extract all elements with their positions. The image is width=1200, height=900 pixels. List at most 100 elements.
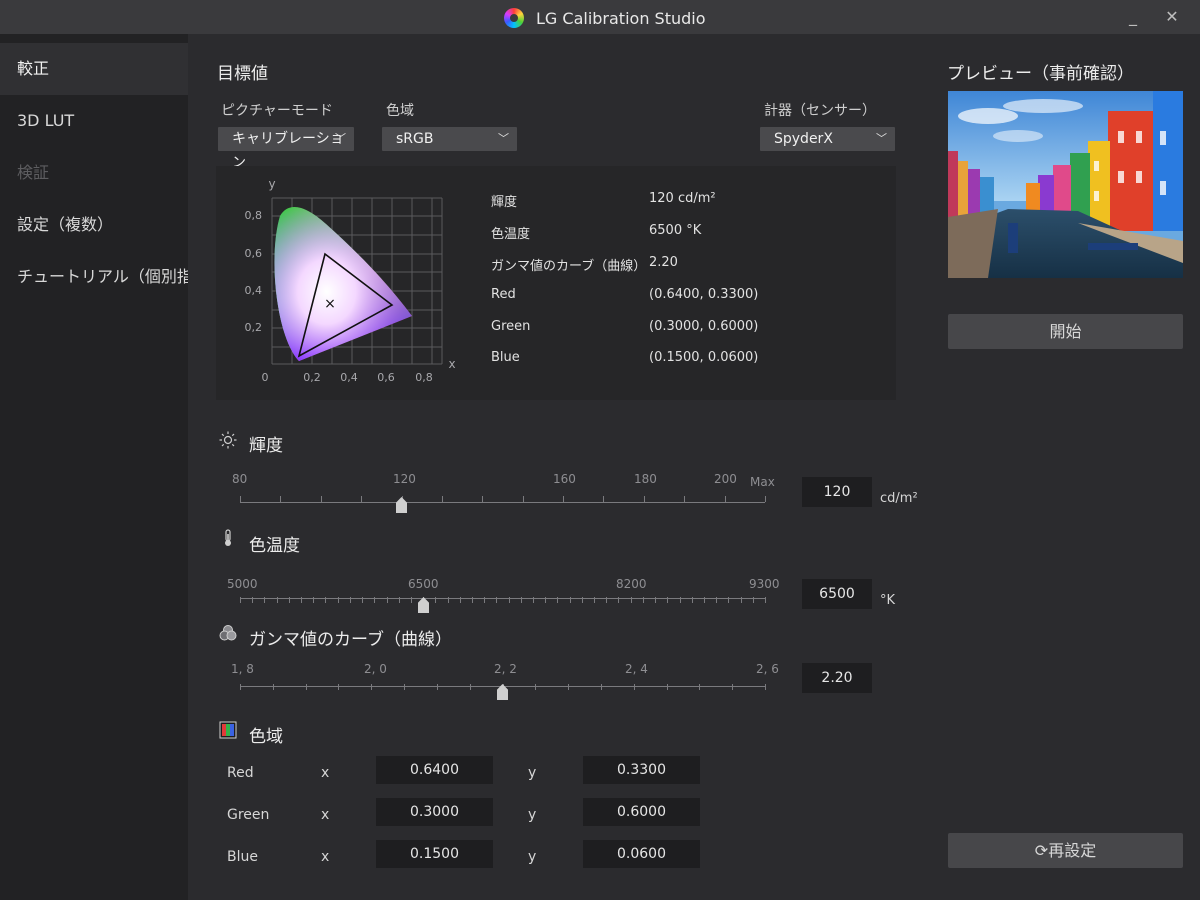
slider-tick: [643, 597, 644, 603]
brightness-slider-track[interactable]: [240, 502, 765, 503]
sidebar-item-calibration[interactable]: 較正: [0, 43, 188, 95]
gamma-tick-label: 2, 0: [364, 662, 387, 676]
brightness-slider-thumb[interactable]: [396, 497, 407, 513]
color-temperature-unit: °K: [880, 593, 896, 608]
slider-tick: [667, 597, 668, 603]
chart-y-tick: 0,6: [245, 247, 263, 260]
sun-icon: [219, 431, 237, 449]
slider-tick: [240, 496, 241, 502]
green-x-input[interactable]: 0.3000: [376, 798, 493, 826]
slider-tick: [472, 597, 473, 603]
slider-tick: [521, 597, 522, 603]
slider-tick: [240, 597, 241, 603]
slider-tick: [684, 496, 685, 502]
slider-tick: [411, 597, 412, 603]
sidebar-item-settings[interactable]: 設定（複数）: [0, 199, 188, 251]
slider-tick: [306, 684, 307, 690]
chart-x-tick: 0,6: [377, 371, 395, 384]
slider-tick: [582, 597, 583, 603]
color-temperature-tick-label: 5000: [227, 577, 258, 591]
green-y-input[interactable]: 0.6000: [583, 798, 700, 826]
sensor-select[interactable]: SpyderX ﹀: [760, 127, 895, 151]
rgb-circles-icon: [219, 625, 237, 641]
slider-tick: [557, 597, 558, 603]
slider-tick: [289, 597, 290, 603]
info-value-green: (0.3000, 0.6000): [649, 319, 759, 334]
info-value-color-temperature: 6500 °K: [649, 223, 702, 238]
app-logo-icon: [504, 8, 524, 28]
slider-tick: [321, 496, 322, 502]
chevron-down-icon: ﹀: [876, 132, 887, 145]
brightness-title: 輝度: [249, 436, 283, 456]
picture-mode-select[interactable]: キャリブレーション ﹀: [218, 127, 354, 171]
gamut-value: sRGB: [396, 131, 434, 147]
slider-tick: [692, 597, 693, 603]
slider-tick: [568, 684, 569, 690]
slider-tick: [484, 597, 485, 603]
title-bar: LG Calibration Studio _ ✕: [0, 0, 1200, 34]
slider-tick: [594, 597, 595, 603]
sidebar-item-tutorial[interactable]: チュートリアル（個別指導）: [0, 251, 188, 303]
slider-tick: [667, 684, 668, 690]
info-value-gamma: 2.20: [649, 255, 678, 270]
start-button[interactable]: 開始: [948, 314, 1183, 349]
sidebar-item-3d-lut[interactable]: 3D LUT: [0, 95, 188, 147]
slider-tick: [765, 496, 766, 502]
close-button[interactable]: ✕: [1160, 6, 1184, 28]
blue-y-input[interactable]: 0.0600: [583, 840, 700, 868]
color-temperature-slider-track[interactable]: [240, 598, 765, 599]
sidebar: 較正 3D LUT 検証 設定（複数） チュートリアル（個別指導）: [0, 34, 188, 900]
color-temperature-value-input[interactable]: 6500: [802, 579, 872, 609]
brightness-tick-label: 80: [232, 472, 248, 486]
slider-tick: [280, 496, 281, 502]
red-x-input[interactable]: 0.6400: [376, 756, 493, 784]
slider-tick: [371, 684, 372, 690]
slider-tick: [470, 684, 471, 690]
slider-tick: [644, 496, 645, 502]
gamut-select[interactable]: sRGB ﹀: [382, 127, 517, 151]
slider-tick: [716, 597, 717, 603]
color-temperature-title: 色温度: [249, 536, 300, 556]
slider-tick: [387, 597, 388, 603]
color-temperature-slider-thumb[interactable]: [418, 597, 429, 613]
slider-tick: [634, 684, 635, 690]
info-label-brightness: 輝度: [491, 195, 518, 210]
info-value-brightness: 120 cd/m²: [649, 191, 716, 206]
reset-button[interactable]: ⟳再設定: [948, 833, 1183, 868]
slider-tick: [404, 684, 405, 690]
slider-tick: [603, 496, 604, 502]
gamut-row-label-blue: Blue: [227, 849, 258, 865]
picture-mode-value: キャリブレーション: [232, 131, 344, 171]
minimize-button[interactable]: _: [1121, 6, 1145, 28]
gamut-row-label-green: Green: [227, 807, 270, 823]
brightness-value-input[interactable]: 120: [802, 477, 872, 507]
target-section-title: 目標値: [217, 64, 268, 84]
blue-x-input[interactable]: 0.1500: [376, 840, 493, 868]
slider-tick: [732, 684, 733, 690]
red-y-input[interactable]: 0.3300: [583, 756, 700, 784]
info-label-green: Green: [491, 319, 531, 334]
gamma-tick-label: 2, 6: [756, 662, 779, 676]
gamut-section-title: 色域: [249, 727, 283, 747]
slider-tick: [240, 684, 241, 690]
slider-tick: [374, 597, 375, 603]
brightness-tick-label: 160: [553, 472, 576, 486]
slider-tick: [350, 597, 351, 603]
slider-tick: [399, 597, 400, 603]
color-temperature-tick-label: 8200: [616, 577, 647, 591]
info-label-blue: Blue: [491, 350, 520, 365]
slider-tick: [563, 496, 564, 502]
gamma-value-input[interactable]: 2.20: [802, 663, 872, 693]
slider-tick: [545, 597, 546, 603]
slider-tick: [448, 597, 449, 603]
slider-tick: [765, 684, 766, 690]
sensor-value: SpyderX: [774, 131, 833, 147]
chart-x-tick: 0,8: [415, 371, 433, 384]
slider-tick: [655, 597, 656, 603]
slider-tick: [680, 597, 681, 603]
brightness-tick-label: 180: [634, 472, 657, 486]
slider-tick: [535, 684, 536, 690]
chart-x-axis-letter: x: [448, 357, 455, 371]
slider-tick: [496, 597, 497, 603]
slider-tick: [601, 684, 602, 690]
